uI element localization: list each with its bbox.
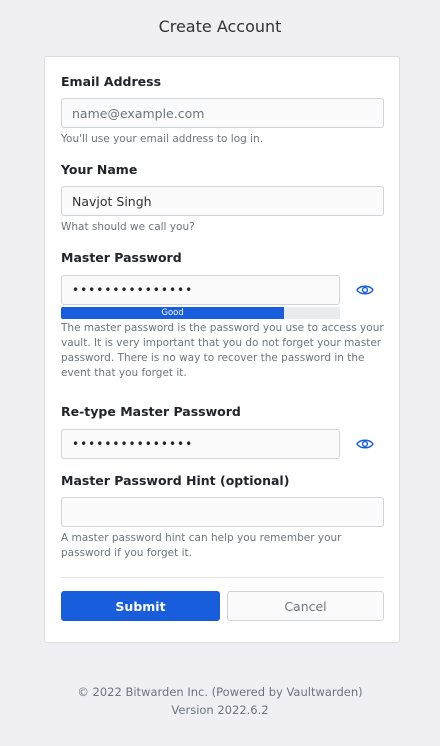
- master-password-help-text: The master password is the password you …: [61, 322, 384, 379]
- name-field[interactable]: Navjot Singh: [61, 186, 384, 216]
- password-strength-fill: Good: [61, 307, 285, 319]
- eye-icon[interactable]: [353, 281, 377, 299]
- register-form-card: Email Address name@example.com You'll us…: [44, 56, 400, 643]
- footer-copyright: © 2022 Bitwarden Inc. (Powered by Vaultw…: [77, 685, 363, 699]
- password-hint-help-text: A master password hint can help you reme…: [61, 532, 342, 559]
- email-field[interactable]: name@example.com: [61, 98, 384, 128]
- cancel-button[interactable]: Cancel: [227, 591, 384, 621]
- footer: © 2022 Bitwarden Inc. (Powered by Vaultw…: [0, 683, 440, 719]
- password-hint-field[interactable]: [61, 497, 384, 527]
- master-password-label: Master Password: [61, 250, 182, 265]
- name-label: Your Name: [61, 162, 138, 177]
- email-label: Email Address: [61, 74, 162, 89]
- eye-icon-svg: [356, 439, 374, 449]
- password-strength-meter: Good: [61, 307, 340, 319]
- form-divider: [61, 577, 384, 578]
- retype-password-field[interactable]: •••••••••••••••: [61, 429, 340, 459]
- submit-button[interactable]: Submit: [61, 591, 220, 621]
- retype-password-label: Re-type Master Password: [61, 404, 241, 419]
- name-help-text: What should we call you?: [61, 221, 195, 233]
- email-help-text: You'll use your email address to log in.: [61, 133, 264, 145]
- eye-icon-svg: [356, 285, 374, 295]
- eye-icon[interactable]: [353, 435, 377, 453]
- page-title: Create Account: [158, 17, 282, 36]
- footer-version: Version 2022.6.2: [171, 703, 269, 717]
- password-hint-label: Master Password Hint (optional): [61, 473, 290, 488]
- master-password-field[interactable]: •••••••••••••••: [61, 275, 340, 305]
